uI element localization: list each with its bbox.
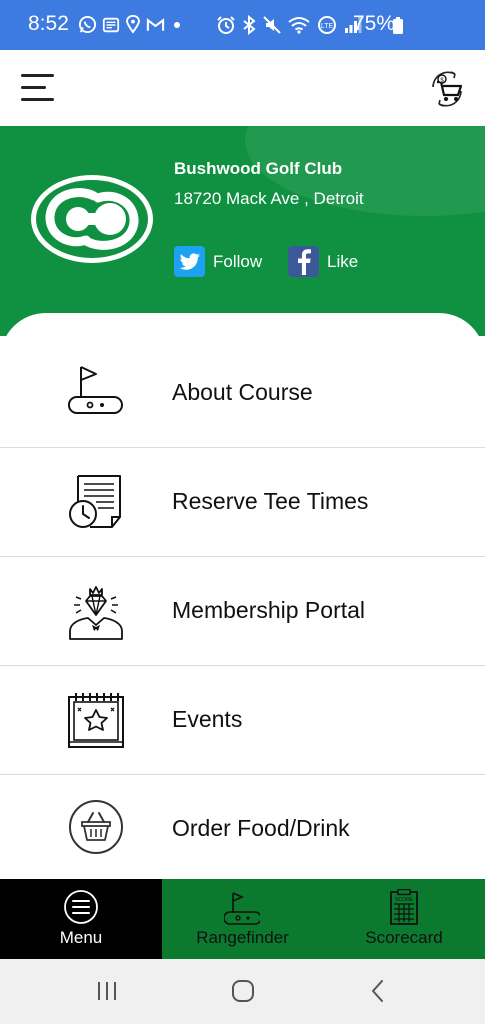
twitter-follow-button[interactable]: Follow: [174, 246, 262, 277]
member-diamond-icon: [69, 586, 123, 640]
status-right-icons: LTE: [216, 15, 362, 35]
facebook-icon: [288, 246, 319, 277]
facebook-like-button[interactable]: Like: [288, 246, 358, 277]
menu-item-label: Membership Portal: [172, 597, 366, 623]
events-calendar-icon: [68, 693, 124, 748]
whatsapp-icon: [78, 15, 97, 34]
menu-item-label: About Course: [172, 379, 313, 405]
top-app-bar: $: [0, 50, 485, 127]
menu-item-order-food-drink[interactable]: Order Food/Drink: [0, 774, 485, 879]
svg-text:LTE: LTE: [321, 23, 334, 30]
rangefinder-icon: [224, 892, 260, 925]
club-address: 18720 Mack Ave , Detroit: [174, 189, 364, 208]
menu-list: About Course Reserve Tee Times Membershi…: [0, 313, 485, 879]
tab-rangefinder[interactable]: Rangefinder: [162, 879, 323, 959]
scorecard-icon: SCORE: [390, 889, 418, 925]
system-navigation-bar: [0, 959, 485, 1024]
status-left-icons: [78, 15, 184, 34]
facebook-like-label: Like: [327, 251, 359, 271]
tab-rangefinder-label: Rangefinder: [196, 928, 289, 947]
hamburger-line-1: [21, 74, 54, 77]
menu-circle-icon: [64, 890, 98, 924]
calendar-clock-icon: [69, 475, 121, 528]
golf-flag-icon: [67, 366, 123, 415]
bluetooth-icon: [243, 15, 256, 35]
bottom-navigation: Menu Rangefinder SCORE Scorecard: [0, 879, 485, 959]
news-icon: [102, 17, 120, 32]
menu-item-label: Reserve Tee Times: [172, 488, 369, 514]
home-icon[interactable]: [231, 979, 255, 1003]
menu-item-label: Order Food/Drink: [172, 815, 350, 841]
club-header: Bushwood Golf Club 18720 Mack Ave , Detr…: [0, 126, 485, 336]
volte-icon: LTE: [318, 16, 336, 34]
mute-icon: [263, 16, 281, 34]
battery-percentage: 75%: [353, 12, 396, 35]
status-time: 8:52: [28, 12, 69, 35]
menu-item-about-course[interactable]: About Course: [0, 313, 485, 448]
back-icon[interactable]: [370, 979, 386, 1003]
tab-scorecard[interactable]: SCORE Scorecard: [323, 879, 485, 959]
status-bar: 8:52 LTE 75%: [0, 0, 485, 50]
tab-scorecard-label: Scorecard: [365, 928, 443, 947]
location-icon: [126, 15, 140, 34]
menu-item-events[interactable]: Events: [0, 665, 485, 775]
twitter-follow-label: Follow: [213, 251, 263, 271]
menu-item-label: Events: [172, 706, 243, 732]
wifi-icon: [288, 17, 310, 34]
club-logo: [31, 175, 153, 263]
svg-text:SCORE: SCORE: [395, 897, 413, 903]
food-basket-icon: [69, 800, 123, 854]
dot-icon: [174, 21, 180, 28]
hamburger-line-3: [21, 98, 54, 101]
gmail-icon: [146, 17, 165, 31]
hamburger-line-2: [21, 86, 46, 89]
tab-menu-label: Menu: [59, 928, 103, 947]
recent-apps-icon[interactable]: [95, 980, 119, 1002]
menu-item-reserve-tee-times[interactable]: Reserve Tee Times: [0, 447, 485, 557]
hamburger-menu-button[interactable]: [21, 72, 55, 104]
tab-menu[interactable]: Menu: [0, 879, 162, 959]
twitter-icon: [174, 246, 205, 277]
alarm-icon: [217, 16, 235, 34]
cart-icon[interactable]: $: [425, 67, 469, 111]
club-name: Bushwood Golf Club: [174, 159, 343, 178]
battery-icon: [393, 17, 403, 34]
menu-item-membership-portal[interactable]: Membership Portal: [0, 556, 485, 666]
